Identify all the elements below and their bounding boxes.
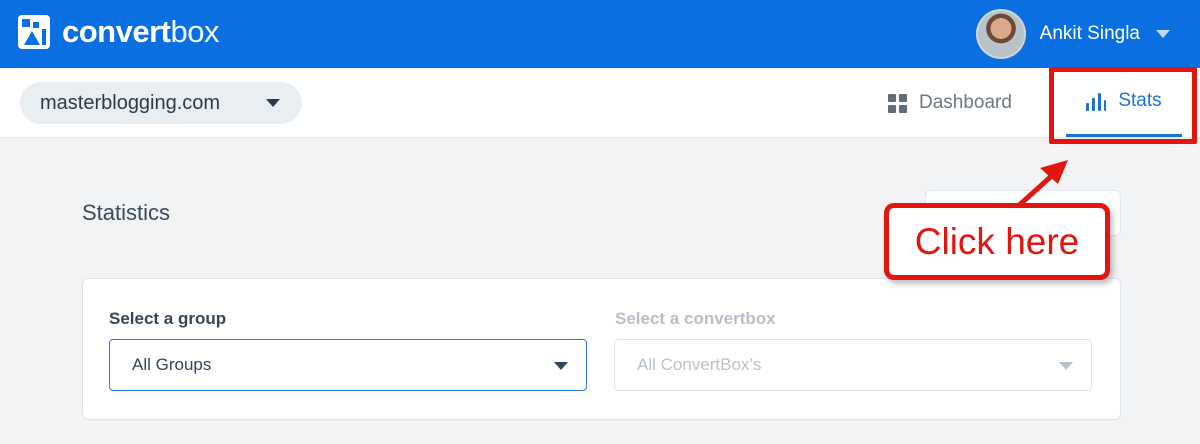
click-here-callout: Click here xyxy=(884,203,1110,280)
group-select-value: All Groups xyxy=(132,355,212,374)
group-select-label: Select a group xyxy=(109,309,227,328)
caret-down-icon[interactable] xyxy=(266,99,280,107)
caret-down-icon[interactable] xyxy=(1156,30,1170,38)
convertbox-select-label: Select a convertbox xyxy=(615,309,776,328)
convertbox-logo[interactable]: convertbox xyxy=(18,15,219,49)
tab-dashboard[interactable]: Dashboard xyxy=(888,90,1012,116)
page-title: Statistics xyxy=(82,200,171,225)
convertbox-logo-icon xyxy=(18,15,50,49)
site-selector[interactable]: masterblogging.com xyxy=(20,82,302,124)
top-bar: convertbox Ankit Singla xyxy=(0,0,1200,68)
logo-text-light: box xyxy=(170,14,219,49)
site-selector-value: masterblogging.com xyxy=(40,91,221,114)
user-name[interactable]: Ankit Singla xyxy=(1040,23,1140,45)
avatar[interactable] xyxy=(975,9,1026,59)
sub-navigation-bar: masterblogging.com Dashboard Stats xyxy=(0,68,1200,138)
logo-wordmark: convertbox xyxy=(62,15,219,49)
highlight-box xyxy=(1049,67,1197,144)
caret-down-icon xyxy=(1059,362,1073,370)
group-select[interactable]: All Groups xyxy=(109,339,587,391)
user-menu[interactable]: Ankit Singla xyxy=(975,9,1170,59)
tab-dashboard-label: Dashboard xyxy=(919,92,1012,113)
convertbox-select: All ConvertBox’s xyxy=(614,339,1092,391)
callout-text: Click here xyxy=(914,220,1080,262)
caret-down-icon[interactable] xyxy=(554,362,568,370)
convertbox-select-value: All ConvertBox’s xyxy=(637,355,762,374)
dashboard-grid-icon xyxy=(888,93,907,113)
logo-text-bold: convert xyxy=(62,14,171,49)
